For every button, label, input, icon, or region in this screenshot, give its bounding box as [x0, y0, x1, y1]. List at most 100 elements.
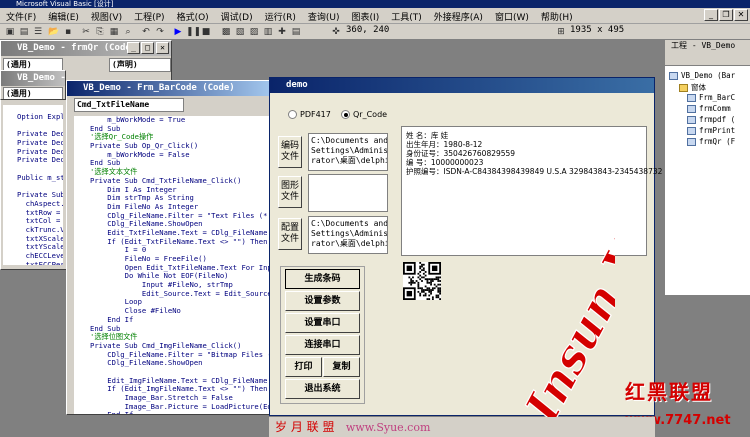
source-text-box[interactable]: 姓 名：库 娃 出生年月：1980-8-12 身份证号：350426760829… [401, 126, 662, 256]
menu-item[interactable]: 文件(F) [0, 10, 42, 23]
toolbox-icon[interactable]: ✚ [276, 26, 288, 38]
qr-module [417, 276, 420, 279]
barcode-window-title[interactable]: VB_Demo - Frm_BarCode (Code) [67, 81, 275, 96]
config-file-path[interactable]: C:\Documents and Settings\Administ rator… [308, 216, 388, 254]
project-form-item[interactable]: frmpdf ( [687, 115, 735, 124]
info-line: 出生年月：1980-8-12 [406, 140, 483, 149]
encode-file-path[interactable]: C:\Documents and Settings\Administ rator… [308, 133, 388, 171]
config-file-button[interactable]: 配置 文件 [278, 218, 302, 250]
copy-button[interactable]: 复制 [323, 357, 360, 377]
qr-module [435, 285, 438, 288]
minimize-button[interactable]: _ [704, 9, 718, 21]
close-button[interactable]: ✕ [734, 9, 748, 21]
restore-button[interactable]: ❐ [719, 9, 733, 21]
object-combo[interactable]: (通用) [3, 87, 63, 99]
data-view-icon[interactable]: ▤ [290, 26, 302, 38]
frmqr-window-title[interactable]: VB_Demo - frmQr (Code) _ □ ✕ [1, 41, 171, 56]
add-form-icon[interactable]: ▤ [18, 26, 30, 38]
image-file-path[interactable] [308, 174, 388, 212]
frmqr-back-window[interactable]: VB_Demo - frmQr (Code) (通用) [0, 70, 66, 100]
menu-item[interactable]: 工具(T) [385, 10, 428, 23]
undo-icon[interactable]: ↶ [140, 26, 152, 38]
code-editor[interactable]: Option ExpliPrivate DeclPrivate DeclPriv… [3, 105, 63, 265]
encode-file-button[interactable]: 编码 文件 [278, 136, 302, 168]
menu-item[interactable]: 窗口(W) [489, 10, 535, 23]
close-button[interactable]: ✕ [156, 42, 169, 54]
menu-editor-icon[interactable]: ☰ [32, 26, 44, 38]
maximize-button[interactable]: □ [141, 42, 154, 54]
forms-folder[interactable]: 窗体 [679, 82, 706, 93]
paste-icon[interactable]: ▦ [108, 26, 120, 38]
qr-module [424, 289, 427, 291]
info-line: 姓 名：库 娃 [406, 131, 449, 140]
qr-module [408, 281, 411, 284]
project-form-item[interactable]: frmComm [687, 104, 731, 113]
qr-module [426, 278, 429, 281]
menu-item[interactable]: 编辑(E) [42, 10, 85, 23]
properties-icon[interactable]: ▧ [234, 26, 246, 38]
radio-qr-code[interactable]: Qr_Code [341, 110, 387, 119]
find-icon[interactable]: ⌕ [122, 26, 134, 38]
qr-module [431, 289, 434, 291]
open-icon[interactable]: 📂 [48, 26, 60, 38]
qr-module [426, 280, 429, 282]
generate-barcode-button[interactable]: 生成条码 [285, 269, 360, 289]
barcode-code-window[interactable]: VB_Demo - Frm_BarCode (Code) Cmd_TxtFile… [66, 80, 276, 415]
project-explorer-icon[interactable]: ▩ [220, 26, 232, 38]
qr-module [426, 298, 429, 300]
project-form-item[interactable]: frmQr (F [687, 137, 735, 146]
qr-module [431, 298, 434, 300]
menu-item[interactable]: 图表(I) [346, 10, 386, 23]
cut-icon[interactable]: ✂ [80, 26, 92, 38]
copy-icon[interactable]: ⎘ [94, 26, 106, 38]
qr-module [430, 292, 432, 295]
redo-icon[interactable]: ↷ [154, 26, 166, 38]
radio-dot [288, 110, 297, 119]
menu-item[interactable]: 工程(P) [128, 10, 170, 23]
connect-serial-button[interactable]: 连接串口 [285, 335, 360, 355]
set-serial-button[interactable]: 设置串口 [285, 313, 360, 333]
brand-watermark: 红黑联盟 [625, 380, 713, 404]
demo-window[interactable]: demo PDF417 Qr_Code 编码 文件 C:\Documents a… [269, 77, 662, 416]
radio-dot [341, 110, 350, 119]
procedure-combo[interactable]: (声明) [109, 58, 171, 72]
qr-module [437, 290, 440, 293]
run-icon[interactable]: ▶ [172, 26, 184, 38]
menu-item[interactable]: 外接程序(A) [428, 10, 489, 23]
code-editor[interactable]: m_bWorkMode = True End Sub '选择Qr_Code操作 Pri… [74, 116, 274, 414]
project-root[interactable]: VB_Demo (Bar [669, 71, 735, 80]
qr-module [421, 265, 423, 268]
object-browser-icon[interactable]: ▥ [262, 26, 274, 38]
qr-module [431, 296, 434, 299]
menu-item[interactable]: 视图(V) [85, 10, 128, 23]
menu-item[interactable]: 查询(U) [302, 10, 346, 23]
minimize-button[interactable]: _ [127, 42, 140, 54]
form-layout-icon[interactable]: ▨ [248, 26, 260, 38]
back-window-title[interactable]: VB_Demo - frmQr (Code) [1, 71, 65, 86]
qr-module [417, 272, 420, 275]
add-project-icon[interactable]: ▣ [4, 26, 16, 38]
demo-title[interactable]: demo [270, 78, 654, 93]
object-combo[interactable]: Cmd_TxtFileName [74, 98, 184, 112]
pause-icon[interactable]: ❚❚ [186, 26, 201, 38]
menu-item[interactable]: 帮助(H) [535, 10, 579, 23]
project-form-item[interactable]: frmPrint [687, 126, 735, 135]
menu-item[interactable]: 运行(R) [259, 10, 302, 23]
stop-icon[interactable]: ■ [200, 26, 212, 38]
project-form-item[interactable]: Frm_BarC [687, 93, 735, 102]
qr-module [419, 265, 422, 268]
qr-module [417, 283, 420, 286]
save-icon[interactable]: ▪ [62, 26, 74, 38]
menu-item[interactable]: 调试(D) [215, 10, 259, 23]
set-params-button[interactable]: 设置参数 [285, 291, 360, 311]
ide-menubar: Microsoft Visual Basic [设计] 文件(F) 编辑(E) 视图… [0, 0, 750, 24]
form-icon [687, 105, 696, 113]
exit-button[interactable]: 退出系统 [285, 379, 360, 399]
print-button[interactable]: 打印 [285, 357, 322, 377]
qr-module [430, 290, 432, 293]
qr-module [410, 278, 413, 281]
image-file-button[interactable]: 图形 文件 [278, 176, 302, 208]
menu-item[interactable]: 格式(O) [171, 10, 215, 23]
info-line: 护照编号：ISDN-A-C84384398439849 U.S.A 329843… [406, 167, 663, 176]
radio-pdf417[interactable]: PDF417 [288, 110, 331, 119]
